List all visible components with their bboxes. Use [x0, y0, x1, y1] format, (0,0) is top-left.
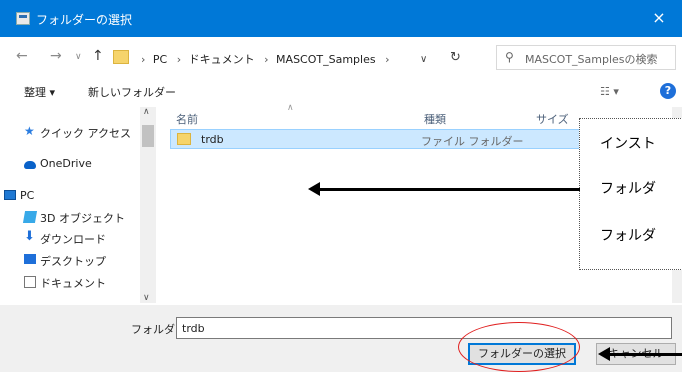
sort-up-icon: ∧ — [287, 103, 294, 113]
refresh-icon[interactable]: ↻ — [450, 50, 461, 65]
desktop-icon — [24, 254, 36, 264]
cloud-icon — [24, 161, 36, 169]
cube-icon — [22, 211, 38, 223]
download-icon: ⬇ — [24, 229, 35, 244]
close-button[interactable]: × — [636, 0, 682, 37]
recent-locations-icon[interactable]: ∨ — [75, 52, 82, 62]
address-dropdown-icon[interactable]: ∨ — [420, 54, 427, 65]
column-header-name[interactable]: 名前 — [176, 111, 198, 127]
column-header-type[interactable]: 種類 — [424, 111, 446, 127]
folder-select-dialog: フォルダーの選択 × ← → ∨ ↑ › PC › ドキュメント › MASCO… — [0, 0, 682, 372]
file-type: ファイル フォルダー — [421, 135, 524, 148]
search-input[interactable]: ⚲ MASCOT_Samplesの検索 — [496, 45, 676, 70]
document-icon — [24, 276, 36, 288]
command-bar: 整理 ▾ 新しいフォルダー ☷ ▾ ? — [0, 77, 682, 105]
breadcrumb-mascot-samples[interactable]: MASCOT_Samples — [276, 53, 376, 66]
app-icon — [16, 12, 30, 25]
callout-line-1: インスト — [600, 136, 656, 152]
annotation-arrow-left — [308, 182, 580, 196]
scroll-thumb[interactable] — [142, 125, 154, 147]
folder-icon — [113, 50, 129, 64]
navigation-row: ← → ∨ ↑ › PC › ドキュメント › MASCOT_Samples ›… — [0, 37, 682, 77]
highlight-ellipse — [458, 322, 580, 372]
address-bar[interactable]: › PC › ドキュメント › MASCOT_Samples › — [110, 45, 530, 70]
breadcrumb-documents[interactable]: ドキュメント — [189, 53, 255, 66]
window-title: フォルダーの選択 — [36, 13, 133, 27]
callout-line-2: フォルダ — [600, 181, 656, 197]
column-header-size[interactable]: サイズ — [536, 111, 569, 127]
folder-icon — [177, 133, 191, 145]
star-icon: ★ — [24, 124, 35, 138]
folder-name-input[interactable] — [176, 317, 672, 339]
navigation-pane: ★ クイック アクセス OneDrive PC 3D オブジェクト ⬇ ダウンロ… — [0, 105, 156, 305]
table-row[interactable]: trdb ファイル フォルダー — [170, 129, 640, 149]
breadcrumb-pc[interactable]: PC — [153, 53, 167, 66]
computer-icon — [4, 190, 16, 200]
view-options-icon[interactable]: ☷ ▾ — [600, 85, 619, 98]
arrowhead-icon — [598, 347, 610, 361]
breadcrumb: › PC › ドキュメント › MASCOT_Samples › — [141, 53, 390, 66]
organize-button[interactable]: 整理 ▾ — [24, 84, 55, 100]
scroll-down-icon[interactable]: ∨ — [143, 293, 150, 303]
back-arrow-icon[interactable]: ← — [16, 48, 28, 64]
file-name: trdb — [201, 133, 224, 146]
sidebar-scrollbar[interactable]: ∧ ∨ — [140, 107, 156, 303]
forward-arrow-icon[interactable]: → — [50, 48, 62, 64]
callout-line-3: フォルダ — [600, 228, 656, 244]
scroll-up-icon[interactable]: ∧ — [143, 107, 150, 117]
search-placeholder: MASCOT_Samplesの検索 — [525, 53, 658, 66]
title-bar[interactable]: フォルダーの選択 × — [0, 0, 682, 37]
help-icon[interactable]: ? — [660, 83, 676, 99]
new-folder-button[interactable]: 新しいフォルダー — [88, 84, 176, 100]
arrowhead-icon — [308, 182, 320, 196]
annotation-arrow-cancel — [598, 347, 682, 361]
annotation-callout: インスト フォルダ フォルダ — [579, 118, 682, 270]
footer: フォルダー: フォルダーの選択 キャンセル — [0, 305, 682, 372]
up-arrow-icon[interactable]: ↑ — [92, 48, 104, 64]
search-icon: ⚲ — [505, 50, 514, 64]
